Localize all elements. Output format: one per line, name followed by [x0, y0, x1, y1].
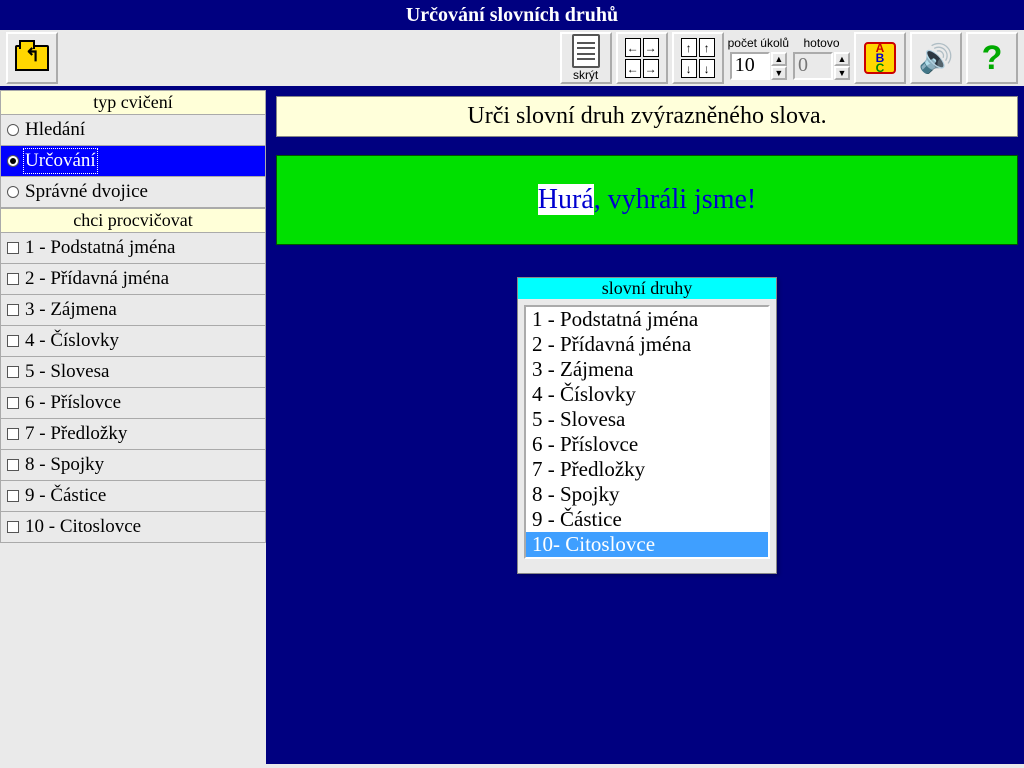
toolbar: skrýt ←→←→ ↑↑↓↓ počet úkolů 10 ▲ ▼ hotov…: [0, 30, 1024, 90]
sentence-box: Hurá, vyhráli jsme!: [276, 155, 1018, 245]
practice-label: 4 - Číslovky: [25, 330, 119, 352]
main-area: Urči slovní druh zvýrazněného slova. Hur…: [266, 90, 1024, 764]
practice-option[interactable]: 9 - Částice: [0, 481, 266, 512]
done-field: 0: [793, 52, 833, 80]
answer-option[interactable]: 9 - Částice: [526, 507, 768, 532]
answer-option[interactable]: 2 - Přídavná jména: [526, 332, 768, 357]
window-title: Určování slovních druhů: [0, 0, 1024, 30]
checkbox-icon: [7, 397, 19, 409]
practice-option[interactable]: 5 - Slovesa: [0, 357, 266, 388]
folder-up-icon: [15, 45, 49, 71]
checkbox-icon: [7, 335, 19, 347]
practice-label: 5 - Slovesa: [25, 361, 109, 383]
arrows-h-icon: ←→←→: [625, 38, 659, 78]
document-icon: [572, 34, 600, 68]
practice-label: 6 - Příslovce: [25, 392, 121, 414]
done-label: hotovo: [803, 36, 839, 50]
help-button[interactable]: ?: [966, 32, 1018, 84]
practice-option[interactable]: 8 - Spojky: [0, 450, 266, 481]
answer-panel: slovní druhy 1 - Podstatná jména2 - Příd…: [517, 277, 777, 574]
practice-option[interactable]: 3 - Zájmena: [0, 295, 266, 326]
practice-label: 7 - Předložky: [25, 423, 127, 445]
task-count-block: počet úkolů 10 ▲ ▼: [728, 36, 789, 80]
hide-label: skrýt: [573, 68, 598, 82]
answer-list[interactable]: 1 - Podstatná jména2 - Přídavná jména3 -…: [524, 305, 770, 559]
task-count-field[interactable]: 10: [730, 52, 770, 80]
practice-option[interactable]: 10 - Citoslovce: [0, 512, 266, 543]
arrows-horizontal-button[interactable]: ←→←→: [616, 32, 668, 84]
arrows-vertical-button[interactable]: ↑↑↓↓: [672, 32, 724, 84]
option-label: Hledání: [25, 119, 85, 141]
checkbox-icon: [7, 428, 19, 440]
answer-option[interactable]: 8 - Spojky: [526, 482, 768, 507]
task-count-down[interactable]: ▼: [771, 66, 787, 80]
done-down[interactable]: ▼: [834, 66, 850, 80]
sentence-rest: , vyhráli jsme!: [594, 184, 757, 215]
done-up[interactable]: ▲: [834, 52, 850, 66]
arrows-v-icon: ↑↑↓↓: [681, 38, 715, 78]
abc-button[interactable]: ABC: [854, 32, 906, 84]
practice-label: 8 - Spojky: [25, 454, 104, 476]
task-count-up[interactable]: ▲: [771, 52, 787, 66]
checkbox-icon: [7, 242, 19, 254]
exercise-type-option[interactable]: Správné dvojice: [0, 177, 266, 208]
checkbox-icon: [7, 459, 19, 471]
radio-icon: [7, 186, 19, 198]
sidebar: typ cvičení Hledání Určování Správné dvoji…: [0, 90, 266, 764]
speaker-icon: 🔊: [919, 42, 954, 75]
option-label: Určování: [25, 150, 96, 172]
answer-option[interactable]: 7 - Předložky: [526, 457, 768, 482]
checkbox-icon: [7, 273, 19, 285]
answer-option[interactable]: 6 - Příslovce: [526, 432, 768, 457]
checkbox-icon: [7, 304, 19, 316]
task-count-spinner: ▲ ▼: [771, 52, 787, 80]
practice-option[interactable]: 6 - Příslovce: [0, 388, 266, 419]
answer-option[interactable]: 1 - Podstatná jména: [526, 307, 768, 332]
answer-option[interactable]: 3 - Zájmena: [526, 357, 768, 382]
radio-icon: [7, 155, 19, 167]
option-label: Správné dvojice: [25, 181, 148, 203]
answer-option[interactable]: 5 - Slovesa: [526, 407, 768, 432]
practice-label: 2 - Přídavná jména: [25, 268, 169, 290]
practice-option[interactable]: 1 - Podstatná jména: [0, 233, 266, 264]
checkbox-icon: [7, 521, 19, 533]
exercise-type-header: typ cvičení: [0, 90, 266, 115]
instruction-text: Urči slovní druh zvýrazněného slova.: [276, 96, 1018, 137]
highlighted-word: Hurá: [538, 184, 594, 215]
practice-option[interactable]: 4 - Číslovky: [0, 326, 266, 357]
answer-header: slovní druhy: [518, 278, 776, 299]
answer-option[interactable]: 10- Citoslovce: [526, 532, 768, 557]
sound-button[interactable]: 🔊: [910, 32, 962, 84]
practice-option[interactable]: 7 - Předložky: [0, 419, 266, 450]
hide-button[interactable]: skrýt: [560, 32, 612, 84]
answer-option[interactable]: 4 - Číslovky: [526, 382, 768, 407]
exercise-type-option[interactable]: Určování: [0, 146, 266, 177]
task-count-label: počet úkolů: [728, 36, 789, 50]
done-block: hotovo 0 ▲ ▼: [793, 36, 850, 80]
checkbox-icon: [7, 490, 19, 502]
exercise-type-option[interactable]: Hledání: [0, 115, 266, 146]
checkbox-icon: [7, 366, 19, 378]
practice-label: 9 - Částice: [25, 485, 106, 507]
up-folder-button[interactable]: [6, 32, 58, 84]
practice-option[interactable]: 2 - Přídavná jména: [0, 264, 266, 295]
radio-icon: [7, 124, 19, 136]
abc-icon: ABC: [864, 42, 896, 74]
practice-label: 1 - Podstatná jména: [25, 237, 175, 259]
done-spinner: ▲ ▼: [834, 52, 850, 80]
practice-label: 10 - Citoslovce: [25, 516, 141, 538]
practice-label: 3 - Zájmena: [25, 299, 117, 321]
practice-header: chci procvičovat: [0, 208, 266, 233]
help-icon: ?: [982, 39, 1003, 78]
